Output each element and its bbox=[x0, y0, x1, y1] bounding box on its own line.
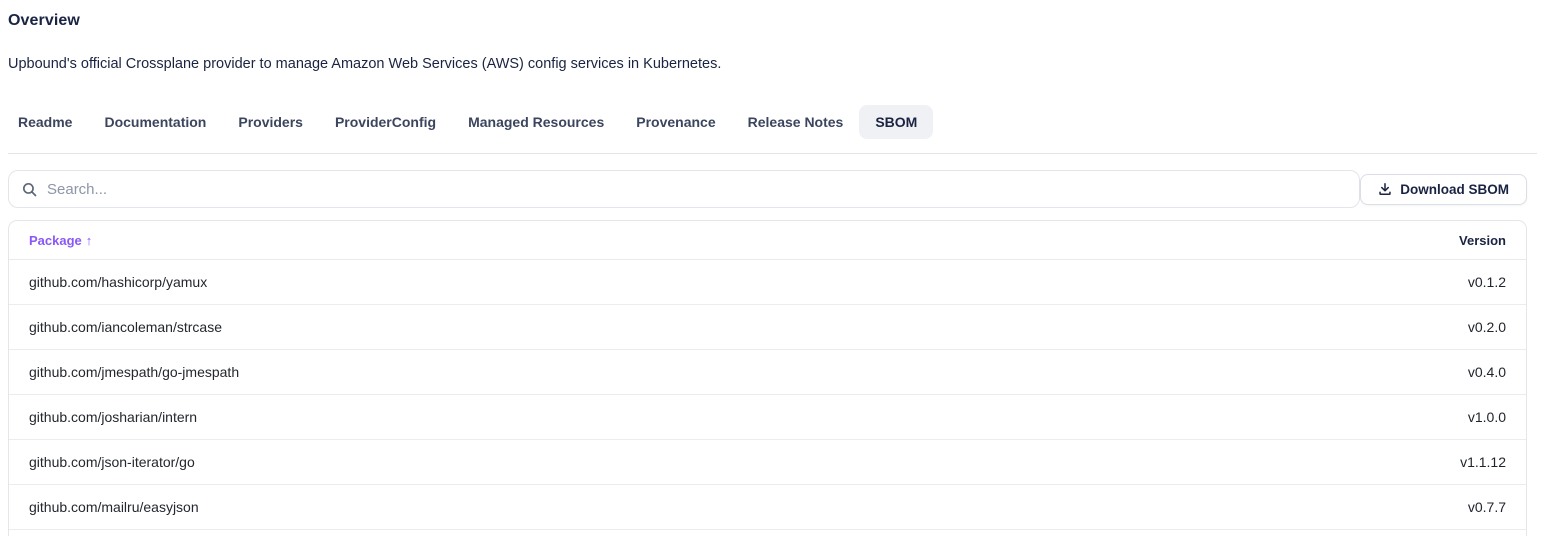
table-row-partial bbox=[9, 530, 1526, 536]
sort-ascending-icon: ↑ bbox=[86, 233, 93, 248]
package-cell: github.com/mailru/easyjson bbox=[9, 499, 1468, 515]
tab-providers[interactable]: Providers bbox=[222, 105, 319, 139]
search-icon bbox=[21, 181, 38, 198]
tab-sbom[interactable]: SBOM bbox=[859, 105, 933, 139]
sbom-page: Overview Upbound's official Crossplane p… bbox=[0, 12, 1545, 536]
sbom-toolbar: Download SBOM bbox=[8, 170, 1527, 208]
version-cell: v1.0.0 bbox=[1468, 409, 1526, 425]
package-header-label: Package bbox=[29, 233, 82, 248]
version-cell: v0.1.2 bbox=[1468, 274, 1526, 290]
package-cell: github.com/hashicorp/yamux bbox=[9, 274, 1468, 290]
tab-managed-resources[interactable]: Managed Resources bbox=[452, 105, 620, 139]
tab-release-notes[interactable]: Release Notes bbox=[732, 105, 860, 139]
tab-bar-divider bbox=[8, 153, 1537, 154]
tab-documentation[interactable]: Documentation bbox=[88, 105, 222, 139]
table-row[interactable]: github.com/josharian/internv1.0.0 bbox=[9, 395, 1526, 440]
package-cell: github.com/json-iterator/go bbox=[9, 454, 1460, 470]
download-icon bbox=[1378, 182, 1392, 196]
table-row[interactable]: github.com/json-iterator/gov1.1.12 bbox=[9, 440, 1526, 485]
page-description: Upbound's official Crossplane provider t… bbox=[8, 56, 1527, 72]
search-input[interactable] bbox=[47, 181, 1347, 198]
table-row[interactable]: github.com/jmespath/go-jmespathv0.4.0 bbox=[9, 350, 1526, 395]
package-cell: github.com/iancoleman/strcase bbox=[9, 319, 1468, 335]
tab-providerconfig[interactable]: ProviderConfig bbox=[319, 105, 452, 139]
tab-bar: ReadmeDocumentationProvidersProviderConf… bbox=[2, 105, 1527, 139]
download-sbom-label: Download SBOM bbox=[1400, 182, 1509, 197]
version-cell: v1.1.12 bbox=[1460, 454, 1526, 470]
table-row[interactable]: github.com/mailru/easyjsonv0.7.7 bbox=[9, 485, 1526, 530]
tab-readme[interactable]: Readme bbox=[2, 105, 88, 139]
tab-provenance[interactable]: Provenance bbox=[620, 105, 731, 139]
package-cell: github.com/josharian/intern bbox=[9, 409, 1468, 425]
search-box[interactable] bbox=[8, 170, 1360, 208]
version-cell: v0.2.0 bbox=[1468, 319, 1526, 335]
version-cell: v0.7.7 bbox=[1468, 499, 1526, 515]
table-body: github.com/hashicorp/yamuxv0.1.2github.c… bbox=[9, 260, 1526, 530]
column-header-package[interactable]: Package ↑ bbox=[9, 233, 1459, 248]
download-sbom-button[interactable]: Download SBOM bbox=[1360, 174, 1527, 205]
column-header-version[interactable]: Version bbox=[1459, 233, 1526, 248]
version-cell: v0.4.0 bbox=[1468, 364, 1526, 380]
table-header-row: Package ↑ Version bbox=[9, 221, 1526, 260]
table-row[interactable]: github.com/iancoleman/strcasev0.2.0 bbox=[9, 305, 1526, 350]
table-row[interactable]: github.com/hashicorp/yamuxv0.1.2 bbox=[9, 260, 1526, 305]
sbom-table: Package ↑ Version github.com/hashicorp/y… bbox=[8, 220, 1527, 536]
page-title: Overview bbox=[8, 12, 1527, 30]
package-cell: github.com/jmespath/go-jmespath bbox=[9, 364, 1468, 380]
